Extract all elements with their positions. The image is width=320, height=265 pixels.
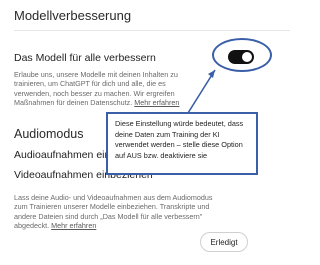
audio-section-learn-more-link[interactable]: Mehr erfahren [51,221,96,230]
dialog-title: Modellverbesserung [14,8,132,23]
model-improvement-dialog: Modellverbesserung Das Modell für alle v… [0,0,300,265]
improve-model-learn-more-link[interactable]: Mehr erfahren [134,98,179,107]
annotation-callout: Diese Einstellung würde bedeutet, dass d… [106,112,258,175]
done-button[interactable]: Erledigt [200,232,248,252]
audio-section-description-text: Lass deine Audio- und Videoaufnahmen aus… [14,193,213,231]
toggle-knob [242,52,252,62]
title-divider [14,30,290,31]
audio-section-title: Audiomodus [14,127,84,141]
improve-model-description: Erlaube uns, unsere Modelle mit deinen I… [14,70,204,108]
audio-section-description: Lass deine Audio- und Videoaufnahmen aus… [14,193,224,231]
improve-model-label: Das Modell für alle verbessern [14,52,156,64]
improve-model-toggle[interactable] [228,50,254,64]
